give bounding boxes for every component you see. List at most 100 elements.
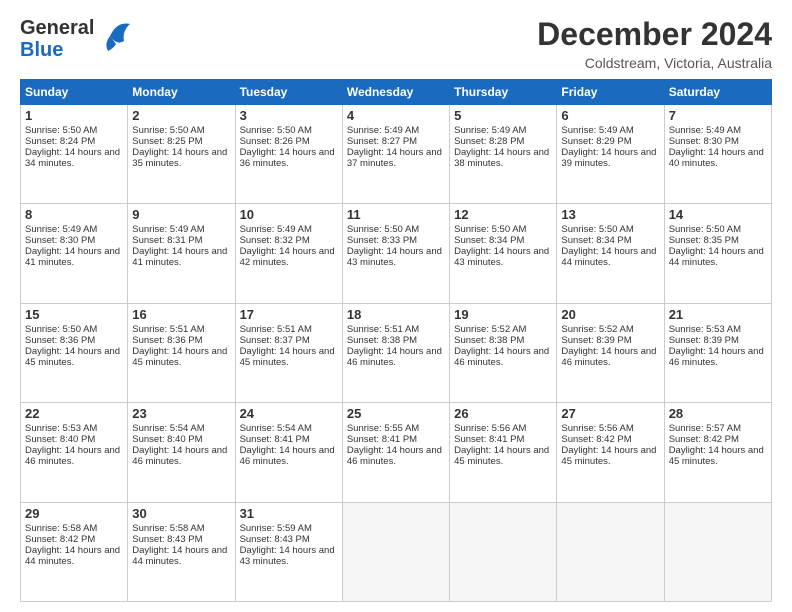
calendar-cell: [557, 502, 664, 601]
sunset-text: Sunset: 8:38 PM: [454, 335, 524, 346]
sunrise-text: Sunrise: 5:54 AM: [240, 423, 312, 434]
sunset-text: Sunset: 8:27 PM: [347, 136, 417, 147]
day-number: 13: [561, 207, 659, 222]
sunrise-text: Sunrise: 5:51 AM: [132, 324, 204, 335]
daylight-text: Daylight: 14 hours and 34 minutes.: [25, 147, 120, 169]
day-number: 19: [454, 307, 552, 322]
calendar-cell: 31Sunrise: 5:59 AMSunset: 8:43 PMDayligh…: [235, 502, 342, 601]
daylight-text: Daylight: 14 hours and 46 minutes.: [347, 346, 442, 368]
calendar-cell: 16Sunrise: 5:51 AMSunset: 8:36 PMDayligh…: [128, 303, 235, 402]
daylight-text: Daylight: 14 hours and 42 minutes.: [240, 246, 335, 268]
sunrise-text: Sunrise: 5:50 AM: [454, 224, 526, 235]
day-number: 6: [561, 108, 659, 123]
sunset-text: Sunset: 8:39 PM: [561, 335, 631, 346]
calendar-cell: 12Sunrise: 5:50 AMSunset: 8:34 PMDayligh…: [450, 204, 557, 303]
sunset-text: Sunset: 8:41 PM: [454, 434, 524, 445]
sunrise-text: Sunrise: 5:57 AM: [669, 423, 741, 434]
calendar-table: SundayMondayTuesdayWednesdayThursdayFrid…: [20, 79, 772, 602]
sunset-text: Sunset: 8:31 PM: [132, 235, 202, 246]
day-number: 18: [347, 307, 445, 322]
sunrise-text: Sunrise: 5:49 AM: [454, 125, 526, 136]
sunrise-text: Sunrise: 5:49 AM: [25, 224, 97, 235]
sunrise-text: Sunrise: 5:54 AM: [132, 423, 204, 434]
day-number: 4: [347, 108, 445, 123]
calendar-cell: 5Sunrise: 5:49 AMSunset: 8:28 PMDaylight…: [450, 105, 557, 204]
sunset-text: Sunset: 8:24 PM: [25, 136, 95, 147]
day-number: 14: [669, 207, 767, 222]
calendar-cell: 20Sunrise: 5:52 AMSunset: 8:39 PMDayligh…: [557, 303, 664, 402]
calendar-cell: 29Sunrise: 5:58 AMSunset: 8:42 PMDayligh…: [21, 502, 128, 601]
calendar-cell: 9 Sunrise: 5:49 AMSunset: 8:31 PMDaylight…: [128, 204, 235, 303]
sunset-text: Sunset: 8:36 PM: [25, 335, 95, 346]
day-number: 10: [240, 207, 338, 222]
day-number: 8: [25, 207, 123, 222]
sunset-text: Sunset: 8:36 PM: [132, 335, 202, 346]
day-number: 29: [25, 506, 123, 521]
daylight-text: Daylight: 14 hours and 46 minutes.: [25, 445, 120, 467]
calendar-cell: 23Sunrise: 5:54 AMSunset: 8:40 PMDayligh…: [128, 403, 235, 502]
sunset-text: Sunset: 8:41 PM: [347, 434, 417, 445]
calendar-cell: 10Sunrise: 5:49 AMSunset: 8:32 PMDayligh…: [235, 204, 342, 303]
sunrise-text: Sunrise: 5:56 AM: [454, 423, 526, 434]
header: General Blue December 2024 Coldstream, V…: [20, 16, 772, 71]
sunrise-text: Sunrise: 5:51 AM: [347, 324, 419, 335]
calendar-cell: [342, 502, 449, 601]
day-number: 7: [669, 108, 767, 123]
sunset-text: Sunset: 8:40 PM: [132, 434, 202, 445]
daylight-text: Daylight: 14 hours and 45 minutes.: [132, 346, 227, 368]
sunset-text: Sunset: 8:39 PM: [669, 335, 739, 346]
daylight-text: Daylight: 14 hours and 43 minutes.: [240, 545, 335, 567]
daylight-text: Daylight: 14 hours and 45 minutes.: [669, 445, 764, 467]
daylight-text: Daylight: 14 hours and 45 minutes.: [25, 346, 120, 368]
col-header-friday: Friday: [557, 80, 664, 105]
day-number: 31: [240, 506, 338, 521]
sunset-text: Sunset: 8:30 PM: [669, 136, 739, 147]
sunset-text: Sunset: 8:41 PM: [240, 434, 310, 445]
sunset-text: Sunset: 8:42 PM: [25, 534, 95, 545]
day-number: 1: [25, 108, 123, 123]
day-number: 12: [454, 207, 552, 222]
sunrise-text: Sunrise: 5:53 AM: [25, 423, 97, 434]
col-header-sunday: Sunday: [21, 80, 128, 105]
calendar-cell: [450, 502, 557, 601]
sunset-text: Sunset: 8:43 PM: [240, 534, 310, 545]
sunrise-text: Sunrise: 5:49 AM: [132, 224, 204, 235]
daylight-text: Daylight: 14 hours and 41 minutes.: [132, 246, 227, 268]
day-number: 21: [669, 307, 767, 322]
logo-blue: Blue: [20, 39, 94, 61]
col-header-saturday: Saturday: [664, 80, 771, 105]
col-header-tuesday: Tuesday: [235, 80, 342, 105]
sunset-text: Sunset: 8:42 PM: [669, 434, 739, 445]
day-number: 24: [240, 406, 338, 421]
col-header-monday: Monday: [128, 80, 235, 105]
calendar-cell: 27Sunrise: 5:56 AMSunset: 8:42 PMDayligh…: [557, 403, 664, 502]
sunrise-text: Sunrise: 5:49 AM: [347, 125, 419, 136]
sunrise-text: Sunrise: 5:50 AM: [25, 125, 97, 136]
daylight-text: Daylight: 14 hours and 41 minutes.: [25, 246, 120, 268]
day-number: 15: [25, 307, 123, 322]
sunrise-text: Sunrise: 5:58 AM: [132, 523, 204, 534]
day-number: 22: [25, 406, 123, 421]
daylight-text: Daylight: 14 hours and 44 minutes.: [669, 246, 764, 268]
day-number: 27: [561, 406, 659, 421]
sunrise-text: Sunrise: 5:52 AM: [561, 324, 633, 335]
daylight-text: Daylight: 14 hours and 45 minutes.: [240, 346, 335, 368]
sunrise-text: Sunrise: 5:50 AM: [132, 125, 204, 136]
calendar-cell: 17Sunrise: 5:51 AMSunset: 8:37 PMDayligh…: [235, 303, 342, 402]
day-number: 9: [132, 207, 230, 222]
title-area: December 2024 Coldstream, Victoria, Aust…: [537, 16, 772, 71]
daylight-text: Daylight: 14 hours and 40 minutes.: [669, 147, 764, 169]
sunset-text: Sunset: 8:42 PM: [561, 434, 631, 445]
col-header-wednesday: Wednesday: [342, 80, 449, 105]
calendar-cell: 1 Sunrise: 5:50 AMSunset: 8:24 PMDaylight…: [21, 105, 128, 204]
daylight-text: Daylight: 14 hours and 35 minutes.: [132, 147, 227, 169]
sunset-text: Sunset: 8:37 PM: [240, 335, 310, 346]
day-number: 20: [561, 307, 659, 322]
sunset-text: Sunset: 8:38 PM: [347, 335, 417, 346]
sunrise-text: Sunrise: 5:49 AM: [240, 224, 312, 235]
day-number: 17: [240, 307, 338, 322]
calendar-cell: 18 Sunrise: 5:51 AMSunset: 8:38 PMDayligh…: [342, 303, 449, 402]
calendar-cell: 13Sunrise: 5:50 AMSunset: 8:34 PMDayligh…: [557, 204, 664, 303]
sunset-text: Sunset: 8:34 PM: [561, 235, 631, 246]
col-header-thursday: Thursday: [450, 80, 557, 105]
